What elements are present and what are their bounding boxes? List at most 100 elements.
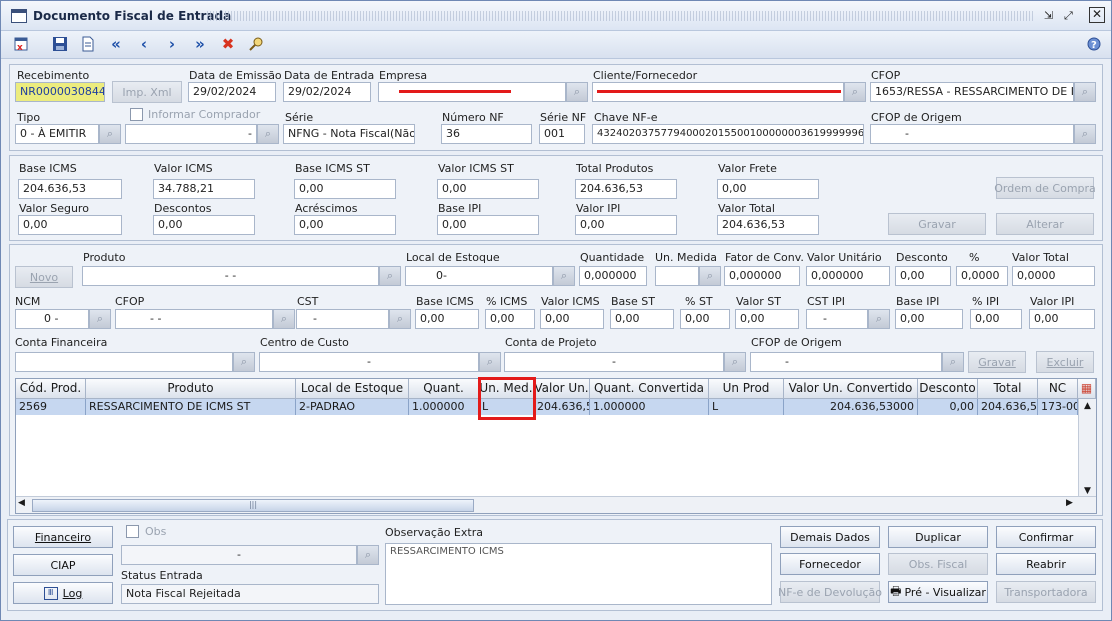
descontos-field[interactable]: 0,00 (153, 215, 255, 235)
pct-icms-field[interactable]: 0,00 (485, 309, 535, 329)
help-icon[interactable]: ? (1084, 34, 1104, 54)
valor-frete-field[interactable]: 0,00 (717, 179, 819, 199)
column-header[interactable]: Valor Un. (534, 379, 590, 399)
minimize-icon[interactable]: ⇲ (1044, 9, 1058, 23)
scroll-right-icon[interactable]: ▶ (1066, 498, 1073, 508)
valor-ipi-field[interactable]: 0,00 (575, 215, 677, 235)
centro-custo-field[interactable]: - (259, 352, 479, 372)
valor-icms-st-field[interactable]: 0,00 (437, 179, 539, 199)
close-form-icon[interactable]: x (11, 34, 31, 54)
cfop-item-lookup-button[interactable]: ⌕ (273, 309, 295, 329)
scroll-up-icon[interactable]: ▲ (1079, 399, 1096, 413)
base-icms-item-field[interactable]: 0,00 (415, 309, 479, 329)
base-st-field[interactable]: 0,00 (610, 309, 674, 329)
duplicar-button[interactable]: Duplicar (888, 526, 988, 548)
first-icon[interactable]: « (106, 34, 126, 54)
fator-conv-field[interactable]: 0,000000 (724, 266, 800, 286)
cfop-item-field[interactable]: - - (115, 309, 273, 329)
ncm-lookup-button[interactable]: ⌕ (89, 309, 111, 329)
obs-lookup-button[interactable]: ⌕ (357, 545, 379, 565)
base-ipi-field[interactable]: 0,00 (437, 215, 539, 235)
produto-field[interactable]: - - (82, 266, 379, 286)
base-ipi-item-field[interactable]: 0,00 (895, 309, 963, 329)
save-icon[interactable] (50, 34, 70, 54)
desconto-field[interactable]: 0,00 (895, 266, 951, 286)
cfop-origem-item-lookup-button[interactable]: ⌕ (942, 352, 964, 372)
scroll-left-icon[interactable]: ◀ (18, 498, 25, 508)
gravar-item-button[interactable]: Gravar (968, 351, 1026, 373)
new-document-icon[interactable] (78, 34, 98, 54)
valor-st-field[interactable]: 0,00 (735, 309, 799, 329)
column-header[interactable]: NC (1038, 379, 1078, 399)
produto-lookup-button[interactable]: ⌕ (379, 266, 401, 286)
valor-seguro-field[interactable]: 0,00 (18, 215, 122, 235)
cfop-origem-lookup-button[interactable]: ⌕ (1074, 124, 1096, 144)
quantidade-field[interactable]: 0,000000 (579, 266, 647, 286)
cst-lookup-button[interactable]: ⌕ (389, 309, 411, 329)
cfop-origem-field[interactable]: - (870, 124, 1074, 144)
conta-financeira-lookup-button[interactable]: ⌕ (233, 352, 255, 372)
maximize-icon[interactable]: ⤢ (1064, 9, 1078, 23)
acrescimos-field[interactable]: 0,00 (294, 215, 396, 235)
pre-visualizar-button[interactable]: 🖶 Pré - Visualizar (888, 581, 988, 603)
chave-nfe-field[interactable]: 4324020375779400020155001000000036199999… (592, 124, 864, 144)
cfop-lookup-button[interactable]: ⌕ (1074, 82, 1096, 102)
column-header[interactable]: Quant. (409, 379, 479, 399)
vertical-scrollbar[interactable]: ▲ ▼ (1078, 399, 1096, 498)
obs-field[interactable]: - (121, 545, 357, 565)
numero-nf-field[interactable]: 36 (441, 124, 532, 144)
cfop-origem-item-field[interactable]: - (750, 352, 942, 372)
column-header[interactable]: Desconto (918, 379, 978, 399)
reabrir-button[interactable]: Reabrir (996, 553, 1096, 575)
conta-financeira-field[interactable] (15, 352, 233, 372)
base-icms-field[interactable]: 204.636,53 (18, 179, 122, 199)
total-produtos-field[interactable]: 204.636,53 (575, 179, 677, 199)
delete-icon[interactable]: ✖ (218, 34, 238, 54)
column-header[interactable]: Total (978, 379, 1038, 399)
scroll-thumb[interactable]: ||| (32, 499, 474, 512)
column-header[interactable]: Cód. Prod. (16, 379, 86, 399)
cliente-lookup-button[interactable]: ⌕ (844, 82, 866, 102)
percent-field[interactable]: 0,0000 (956, 266, 1008, 286)
excluir-button[interactable]: Excluir (1036, 351, 1094, 373)
items-table[interactable]: Cód. Prod. Produto Local de Estoque Quan… (15, 377, 1097, 514)
log-button[interactable]: Ⅲ Log (13, 582, 113, 604)
cst-ipi-field[interactable]: - (806, 309, 868, 329)
search-icon[interactable] (246, 34, 266, 54)
obs-checkbox[interactable] (126, 525, 139, 538)
cst-ipi-lookup-button[interactable]: ⌕ (868, 309, 890, 329)
ordem-compra-button[interactable]: Ordem de Compra (994, 177, 1096, 199)
pct-st-field[interactable]: 0,00 (680, 309, 730, 329)
tipo-field[interactable]: 0 - À EMITIR (15, 124, 99, 144)
column-header[interactable]: Un Prod (709, 379, 784, 399)
cfop-field[interactable]: 1653/RESSA - RESSARCIMENTO DE ICMS (870, 82, 1074, 102)
centro-custo-lookup-button[interactable]: ⌕ (479, 352, 501, 372)
valor-unitario-field[interactable]: 0,000000 (806, 266, 890, 286)
base-icms-st-field[interactable]: 0,00 (294, 179, 396, 199)
valor-icms-item-field[interactable]: 0,00 (540, 309, 604, 329)
data-entrada-field[interactable]: 29/02/2024 (283, 82, 371, 102)
fornecedor-button[interactable]: Fornecedor (780, 553, 880, 575)
valor-total-item-field[interactable]: 0,0000 (1012, 266, 1095, 286)
demais-dados-button[interactable]: Demais Dados (780, 526, 880, 548)
valor-icms-field[interactable]: 34.788,21 (153, 179, 255, 199)
serie-nf-field[interactable]: 001 (539, 124, 585, 144)
valor-ipi-item-field[interactable]: 0,00 (1029, 309, 1095, 329)
conta-projeto-lookup-button[interactable]: ⌕ (724, 352, 746, 372)
financeiro-button[interactable]: Financeiro (13, 526, 113, 548)
observacao-extra-textarea[interactable]: RESSARCIMENTO ICMS (385, 543, 772, 605)
next-icon[interactable]: › (162, 34, 182, 54)
un-medida-lookup-button[interactable]: ⌕ (699, 266, 721, 286)
ciap-button[interactable]: CIAP (13, 554, 113, 576)
un-medida-field[interactable] (655, 266, 699, 286)
gravar-totals-button[interactable]: Gravar (888, 213, 986, 235)
nfe-devolucao-button[interactable]: NF-e de Devolução (778, 581, 882, 603)
pct-ipi-field[interactable]: 0,00 (970, 309, 1022, 329)
close-icon[interactable]: ✕ (1089, 7, 1105, 23)
horizontal-scrollbar[interactable]: ◀ ||| ▶ (16, 496, 1096, 513)
confirmar-button[interactable]: Confirmar (996, 526, 1096, 548)
alterar-button[interactable]: Alterar (996, 213, 1094, 235)
novo-button[interactable]: Novo (15, 266, 73, 288)
local-estoque-lookup-button[interactable]: ⌕ (553, 266, 575, 286)
cst-field[interactable]: - (296, 309, 389, 329)
